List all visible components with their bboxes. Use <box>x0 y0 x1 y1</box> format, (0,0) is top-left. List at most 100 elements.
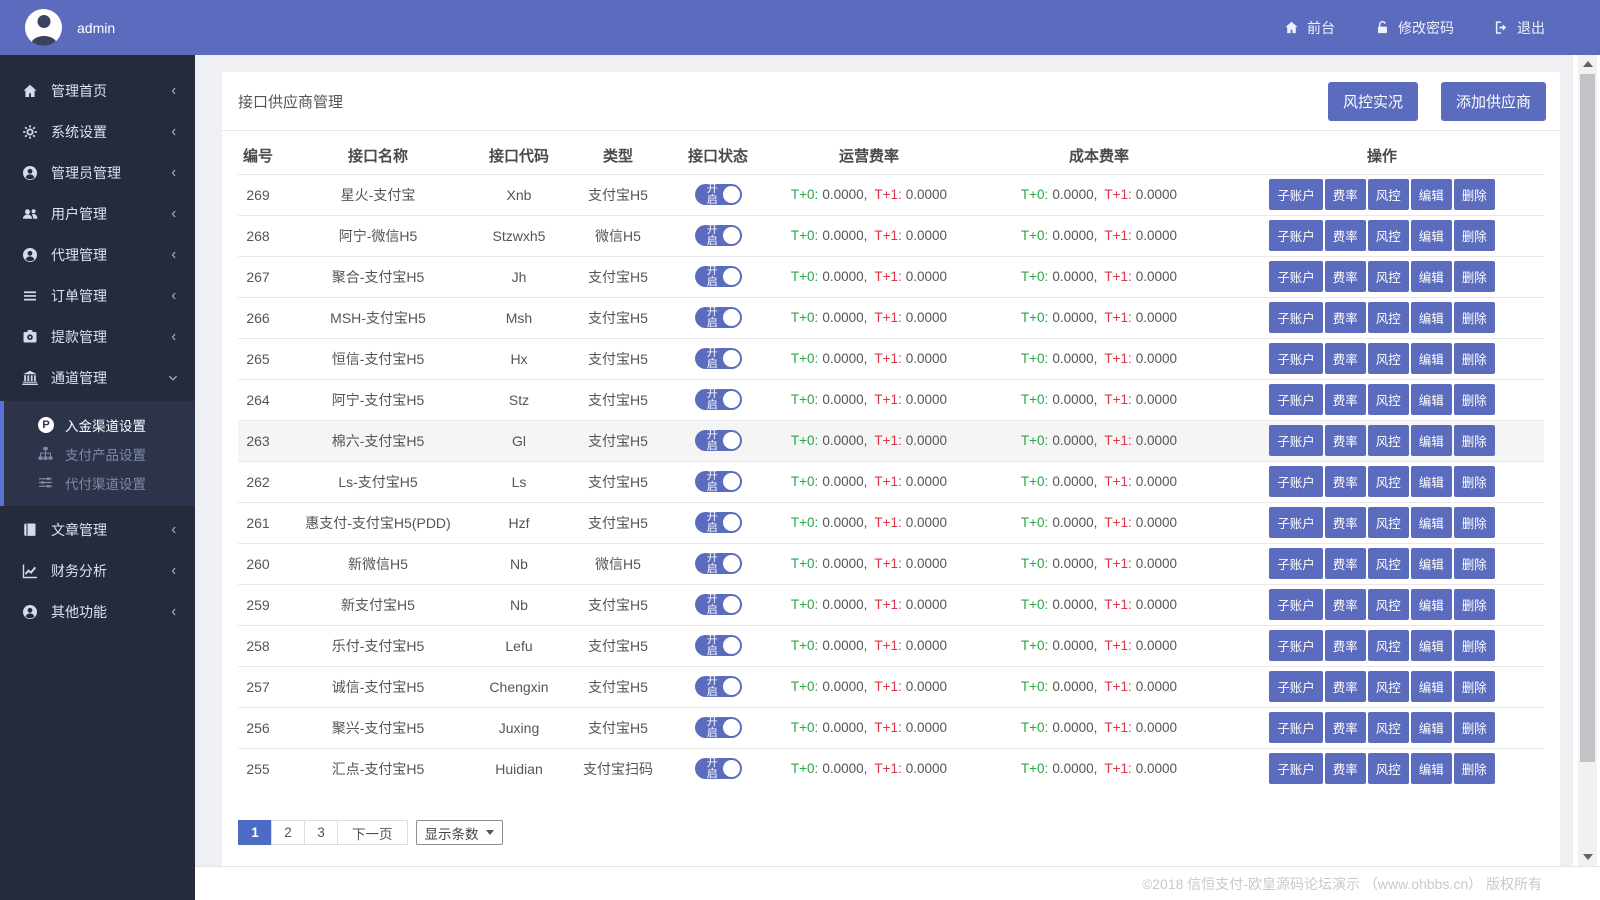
status-toggle[interactable]: 开启 <box>695 307 742 328</box>
row-action-button[interactable]: 子账户 <box>1269 548 1323 579</box>
sidebar-item-system-settings[interactable]: 系统设置 <box>0 111 195 152</box>
scroll-down-arrow-icon[interactable] <box>1583 854 1593 860</box>
row-action-button[interactable]: 删除 <box>1454 425 1495 456</box>
row-action-button[interactable]: 风控 <box>1368 343 1409 374</box>
status-toggle[interactable]: 开启 <box>695 389 742 410</box>
status-toggle[interactable]: 开启 <box>695 348 742 369</box>
status-toggle[interactable]: 开启 <box>695 225 742 246</box>
logout-link[interactable]: 退出 <box>1494 18 1545 38</box>
row-action-button[interactable]: 子账户 <box>1269 671 1323 702</box>
row-action-button[interactable]: 删除 <box>1454 548 1495 579</box>
row-action-button[interactable]: 编辑 <box>1411 753 1452 784</box>
sidebar-subitem-deposit-channel-settings[interactable]: P 入金渠道设置 <box>4 410 195 439</box>
status-toggle[interactable]: 开启 <box>695 512 742 533</box>
row-action-button[interactable]: 编辑 <box>1411 548 1452 579</box>
row-action-button[interactable]: 编辑 <box>1411 589 1452 620</box>
status-toggle[interactable]: 开启 <box>695 184 742 205</box>
frontend-link[interactable]: 前台 <box>1284 18 1335 38</box>
row-action-button[interactable]: 删除 <box>1454 302 1495 333</box>
row-action-button[interactable]: 子账户 <box>1269 343 1323 374</box>
status-toggle[interactable]: 开启 <box>695 553 742 574</box>
row-action-button[interactable]: 编辑 <box>1411 712 1452 743</box>
sidebar-item-home[interactable]: 管理首页 <box>0 70 195 111</box>
row-action-button[interactable]: 删除 <box>1454 712 1495 743</box>
row-action-button[interactable]: 删除 <box>1454 179 1495 210</box>
row-action-button[interactable]: 费率 <box>1325 753 1366 784</box>
status-toggle[interactable]: 开启 <box>695 635 742 656</box>
row-action-button[interactable]: 风控 <box>1368 179 1409 210</box>
sidebar-item-user-management[interactable]: 用户管理 <box>0 193 195 234</box>
row-action-button[interactable]: 删除 <box>1454 753 1495 784</box>
row-action-button[interactable]: 编辑 <box>1411 466 1452 497</box>
row-action-button[interactable]: 子账户 <box>1269 712 1323 743</box>
row-action-button[interactable]: 费率 <box>1325 343 1366 374</box>
row-action-button[interactable]: 风控 <box>1368 753 1409 784</box>
page-button-1[interactable]: 1 <box>238 820 272 845</box>
row-action-button[interactable]: 费率 <box>1325 466 1366 497</box>
row-action-button[interactable]: 费率 <box>1325 589 1366 620</box>
row-action-button[interactable]: 费率 <box>1325 179 1366 210</box>
status-toggle[interactable]: 开启 <box>695 266 742 287</box>
row-action-button[interactable]: 编辑 <box>1411 220 1452 251</box>
row-action-button[interactable]: 风控 <box>1368 589 1409 620</box>
row-action-button[interactable]: 风控 <box>1368 712 1409 743</box>
page-size-select[interactable]: 显示条数 <box>416 820 503 845</box>
status-toggle[interactable]: 开启 <box>695 676 742 697</box>
row-action-button[interactable]: 删除 <box>1454 630 1495 661</box>
vertical-scrollbar[interactable] <box>1578 55 1597 866</box>
row-action-button[interactable]: 费率 <box>1325 548 1366 579</box>
status-toggle[interactable]: 开启 <box>695 430 742 451</box>
row-action-button[interactable]: 编辑 <box>1411 630 1452 661</box>
sidebar-item-article-management[interactable]: 文章管理 <box>0 509 195 550</box>
page-button-2[interactable]: 2 <box>271 820 305 845</box>
row-action-button[interactable]: 子账户 <box>1269 507 1323 538</box>
sidebar-subitem-payout-channel-settings[interactable]: 代付渠道设置 <box>4 468 195 497</box>
row-action-button[interactable]: 编辑 <box>1411 507 1452 538</box>
row-action-button[interactable]: 删除 <box>1454 507 1495 538</box>
row-action-button[interactable]: 删除 <box>1454 589 1495 620</box>
row-action-button[interactable]: 编辑 <box>1411 261 1452 292</box>
row-action-button[interactable]: 费率 <box>1325 671 1366 702</box>
row-action-button[interactable]: 风控 <box>1368 302 1409 333</box>
status-toggle[interactable]: 开启 <box>695 594 742 615</box>
row-action-button[interactable]: 子账户 <box>1269 220 1323 251</box>
row-action-button[interactable]: 风控 <box>1368 671 1409 702</box>
row-action-button[interactable]: 子账户 <box>1269 753 1323 784</box>
row-action-button[interactable]: 删除 <box>1454 220 1495 251</box>
row-action-button[interactable]: 编辑 <box>1411 179 1452 210</box>
row-action-button[interactable]: 费率 <box>1325 302 1366 333</box>
page-button-3[interactable]: 3 <box>304 820 338 845</box>
row-action-button[interactable]: 风控 <box>1368 425 1409 456</box>
row-action-button[interactable]: 删除 <box>1454 466 1495 497</box>
row-action-button[interactable]: 子账户 <box>1269 466 1323 497</box>
row-action-button[interactable]: 费率 <box>1325 220 1366 251</box>
row-action-button[interactable]: 子账户 <box>1269 425 1323 456</box>
sidebar-subitem-payment-product-settings[interactable]: 支付产品设置 <box>4 439 195 468</box>
row-action-button[interactable]: 子账户 <box>1269 630 1323 661</box>
row-action-button[interactable]: 风控 <box>1368 548 1409 579</box>
row-action-button[interactable]: 费率 <box>1325 630 1366 661</box>
row-action-button[interactable]: 编辑 <box>1411 384 1452 415</box>
scrollbar-thumb[interactable] <box>1580 74 1595 762</box>
sidebar-item-admin-management[interactable]: 管理员管理 <box>0 152 195 193</box>
row-action-button[interactable]: 子账户 <box>1269 589 1323 620</box>
scroll-up-arrow-icon[interactable] <box>1583 61 1593 67</box>
row-action-button[interactable]: 费率 <box>1325 425 1366 456</box>
row-action-button[interactable]: 编辑 <box>1411 671 1452 702</box>
row-action-button[interactable]: 风控 <box>1368 261 1409 292</box>
sidebar-item-agent-management[interactable]: 代理管理 <box>0 234 195 275</box>
add-supplier-button[interactable]: 添加供应商 <box>1441 82 1546 121</box>
row-action-button[interactable]: 删除 <box>1454 384 1495 415</box>
row-action-button[interactable]: 删除 <box>1454 343 1495 374</box>
sidebar-item-withdrawal-management[interactable]: 提款管理 <box>0 316 195 357</box>
row-action-button[interactable]: 编辑 <box>1411 425 1452 456</box>
row-action-button[interactable]: 子账户 <box>1269 384 1323 415</box>
row-action-button[interactable]: 子账户 <box>1269 261 1323 292</box>
row-action-button[interactable]: 费率 <box>1325 507 1366 538</box>
row-action-button[interactable]: 费率 <box>1325 384 1366 415</box>
sidebar-item-order-management[interactable]: 订单管理 <box>0 275 195 316</box>
row-action-button[interactable]: 风控 <box>1368 220 1409 251</box>
status-toggle[interactable]: 开启 <box>695 758 742 779</box>
row-action-button[interactable]: 编辑 <box>1411 302 1452 333</box>
row-action-button[interactable]: 风控 <box>1368 630 1409 661</box>
